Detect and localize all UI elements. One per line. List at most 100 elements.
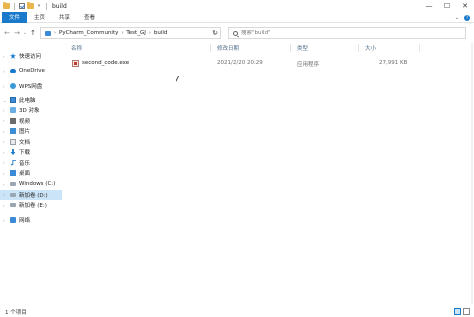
breadcrumb-pycharm-community[interactable]: PyCharm_Community [59,30,118,36]
music-icon [10,159,16,166]
star-icon [10,53,16,59]
help-icon[interactable]: ? [464,14,470,21]
video-icon [10,117,16,124]
column-header-name[interactable]: 名称 [71,44,82,52]
tab-file[interactable]: 文件 [2,11,28,23]
properties-icon[interactable] [19,3,25,9]
toolbar-divider [14,2,15,10]
search-box[interactable] [228,27,466,39]
chevron-right-icon[interactable]: › [3,192,5,197]
minimize-button[interactable]: — [420,0,438,12]
sidebar-item-this-pc[interactable]: ⌄ 此电脑 [0,95,62,105]
drive-icon [10,182,16,186]
chevron-right-icon[interactable]: › [3,84,5,89]
view-toggles [454,308,470,315]
close-button[interactable]: ✕ [456,0,474,12]
chevron-right-icon[interactable]: › [3,139,5,144]
sidebar-item-label: 网络 [19,218,31,224]
column-divider[interactable] [358,44,359,52]
new-folder-icon[interactable] [27,2,34,9]
vertical-scrollbar[interactable] [471,42,473,304]
quick-access-toolbar: ▾ [0,0,49,12]
chevron-right-icon[interactable]: › [3,150,5,155]
chevron-right-icon[interactable]: › [3,218,5,223]
chevron-down-icon[interactable]: ⌄ [455,15,459,21]
breadcrumb-test-gj[interactable]: Test_GJ [126,30,145,36]
column-divider[interactable] [290,44,291,52]
sidebar-item-label: 快速访问 [19,54,42,60]
drive-icon [10,192,16,197]
chevron-down-icon[interactable]: ⌄ [3,98,6,103]
large-icons-view-icon[interactable] [463,308,470,315]
navigation-pane: › 快速访问 › OneDrive › WPS网盘 ⌄ 此电脑 › 3D 对象 … [0,47,62,305]
column-header-date[interactable]: 修改日期 [217,44,239,52]
sidebar-item-pictures[interactable]: › 图片 [0,126,62,136]
sidebar-item-label: Windows (C:) [19,181,56,187]
sidebar-item-label: 文档 [19,139,31,146]
back-button[interactable]: ← [2,27,12,39]
sidebar-item-label: 桌面 [19,171,31,177]
title-bar: ▾ build — ☐ ✕ [0,0,474,12]
chevron-right-icon[interactable]: › [3,129,5,134]
chevron-right-icon[interactable]: › [3,54,5,59]
search-input[interactable] [241,30,441,36]
sidebar-item-downloads[interactable]: › 下载 [0,147,62,157]
chevron-right-icon[interactable]: › [3,108,5,113]
sidebar-item-drive-c[interactable]: › Windows (C:) [0,179,62,189]
item-count: 1 个项目 [5,309,27,316]
breadcrumb-separator: › [121,30,124,36]
sidebar-item-desktop[interactable]: › 桌面 [0,168,62,178]
folder-icon [3,2,10,9]
window-title: build [52,2,67,10]
chevron-right-icon[interactable]: › [3,203,5,208]
chevron-right-icon[interactable]: › [3,182,5,187]
tab-view[interactable]: 查看 [77,12,102,23]
breadcrumb-separator: › [148,30,151,36]
chevron-right-icon[interactable]: › [3,160,5,165]
column-header-size[interactable]: 大小 [365,44,376,52]
cloud-icon [10,69,16,73]
download-icon [10,149,16,155]
refresh-button[interactable]: ↻ [208,27,222,39]
sidebar-item-label: 新加卷 (D:) [19,192,48,199]
sidebar-item-quick-access[interactable]: › 快速访问 [0,51,62,61]
wps-cloud-icon [10,83,16,89]
sidebar-item-3d-objects[interactable]: › 3D 对象 [0,105,62,115]
document-icon [10,138,16,145]
toolbar-divider [46,2,47,10]
ribbon-tabs: 文件 主页 共享 查看 ⌄ ? [0,11,474,23]
sidebar-item-onedrive[interactable]: › OneDrive [0,66,62,76]
window-controls: — ☐ ✕ [420,0,474,12]
forward-button[interactable]: → [12,27,22,39]
chevron-right-icon[interactable]: › [3,118,5,123]
address-row: ← → ⌄ ↑ › PyCharm_Community › Test_GJ › … [0,24,474,42]
column-divider[interactable] [210,44,211,52]
column-header-type[interactable]: 类型 [297,44,308,52]
file-type: 应用程序 [297,62,320,68]
sidebar-item-documents[interactable]: › 文档 [0,137,62,147]
address-bar[interactable]: › PyCharm_Community › Test_GJ › build ⌄ [40,27,221,39]
mouse-cursor-icon [176,76,179,82]
sidebar-item-label: WPS网盘 [19,84,43,90]
sidebar-item-drive-d[interactable]: › 新加卷 (D:) [0,189,62,200]
maximize-button[interactable]: ☐ [438,0,456,12]
sidebar-item-label: 新加卷 (E:) [19,203,47,209]
sidebar-item-videos[interactable]: › 视频 [0,116,62,126]
details-view-icon[interactable] [454,308,461,315]
file-explorer-window: ▾ build — ☐ ✕ 文件 主页 共享 查看 ⌄ ? ← → ⌄ ↑ › … [0,0,474,317]
up-button[interactable]: ↑ [28,27,38,39]
customize-toolbar-icon[interactable]: ▾ [36,0,42,12]
sidebar-item-drive-e[interactable]: › 新加卷 (E:) [0,200,62,210]
sidebar-item-music[interactable]: › 音乐 [0,158,62,168]
chevron-right-icon[interactable]: › [3,69,5,74]
column-divider[interactable] [419,44,420,52]
table-row[interactable]: second_code.exe 2021/2/20 20:29 应用程序 27,… [70,58,466,68]
chevron-right-icon[interactable]: › [3,171,5,176]
tab-home[interactable]: 主页 [27,12,52,23]
breadcrumb-build[interactable]: build [154,30,168,36]
sidebar-item-wps-cloud[interactable]: › WPS网盘 [0,81,62,91]
sidebar-item-network[interactable]: › 网络 [0,215,62,225]
picture-icon [10,128,16,134]
folder-icon [45,30,51,36]
tab-share[interactable]: 共享 [52,12,77,23]
